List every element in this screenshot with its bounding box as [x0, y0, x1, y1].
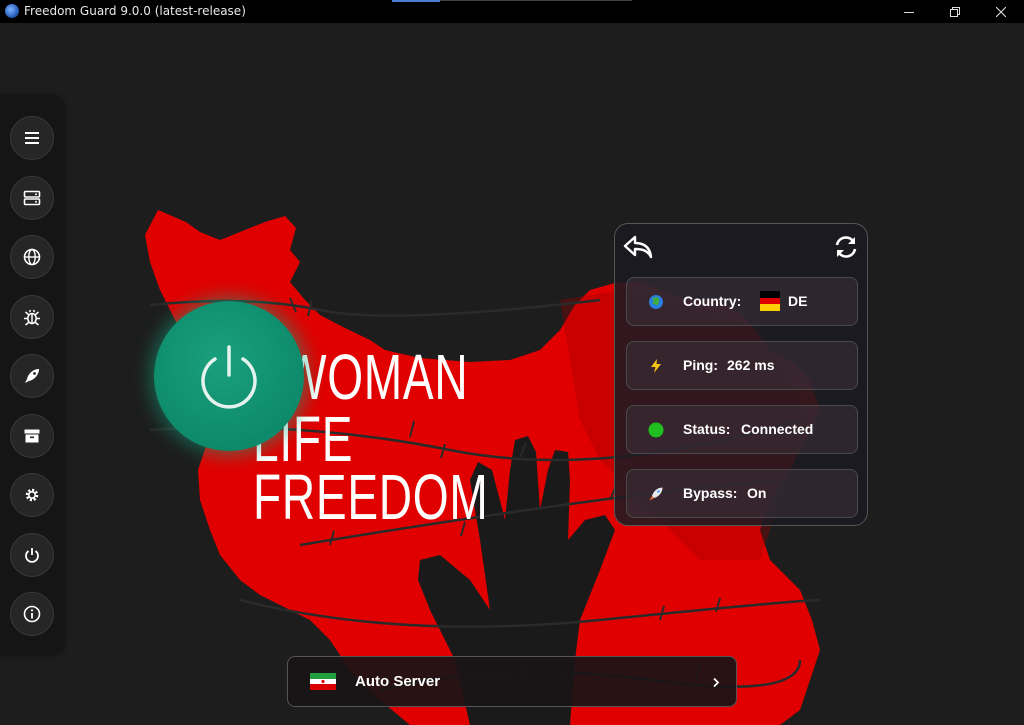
- country-value: DE: [788, 293, 808, 309]
- bypass-value: On: [747, 485, 767, 501]
- country-row: Country: DE: [626, 277, 858, 326]
- connection-info-panel: Country: DE Ping: 262 ms Status: Connect…: [614, 223, 868, 526]
- rocket-icon: [649, 487, 663, 501]
- germany-flag-icon: [760, 291, 780, 311]
- lightning-icon: [651, 359, 661, 373]
- info-icon: [23, 605, 41, 623]
- status-label: Status:: [683, 421, 731, 437]
- chevron-right-icon: [713, 677, 720, 688]
- status-row: Status: Connected: [626, 405, 858, 454]
- slogan-line-freedom: FREEDOM: [253, 461, 489, 533]
- sidebar-item-servers[interactable]: [10, 176, 54, 220]
- reply-icon[interactable]: [623, 234, 653, 260]
- slogan-line-woman: WOMAN: [283, 341, 469, 413]
- status-value: Connected: [741, 421, 814, 437]
- globe-icon: [23, 248, 41, 266]
- country-label: Country:: [683, 293, 742, 309]
- sidebar-item-debug[interactable]: [10, 295, 54, 339]
- connect-button[interactable]: [154, 301, 304, 451]
- server-selector[interactable]: Auto Server: [287, 656, 737, 707]
- refresh-icon[interactable]: [833, 235, 859, 259]
- bug-icon: [24, 309, 40, 326]
- minimize-button[interactable]: [886, 0, 932, 23]
- bypass-label: Bypass:: [683, 485, 738, 501]
- close-icon: [996, 6, 1006, 17]
- globe-icon: [649, 295, 663, 309]
- close-button[interactable]: [978, 0, 1024, 23]
- ping-value: 262 ms: [727, 357, 775, 373]
- server-icon: [23, 190, 41, 206]
- sidebar-item-about[interactable]: [10, 592, 54, 636]
- sidebar-item-settings[interactable]: [10, 473, 54, 517]
- app-logo-icon: [5, 4, 19, 18]
- ping-row: Ping: 262 ms: [626, 341, 858, 390]
- sidebar-item-archive[interactable]: [10, 414, 54, 458]
- gear-icon: [25, 488, 39, 502]
- title-divider: [440, 0, 632, 1]
- title-accent-bar: [392, 0, 440, 2]
- sidebar: [0, 96, 64, 655]
- sidebar-item-browser[interactable]: [10, 235, 54, 279]
- rocket-icon: [25, 369, 39, 383]
- power-icon: [25, 548, 39, 563]
- window-title: Freedom Guard 9.0.0 (latest-release): [24, 4, 246, 18]
- power-icon: [201, 345, 257, 409]
- sidebar-item-power[interactable]: [10, 533, 54, 577]
- archive-icon: [24, 429, 40, 443]
- ping-label: Ping:: [683, 357, 718, 373]
- hamburger-icon: [25, 132, 39, 144]
- minimize-icon: [904, 11, 914, 13]
- sidebar-item-menu[interactable]: [10, 116, 54, 160]
- status-dot-icon: [648, 422, 664, 438]
- sidebar-item-boost[interactable]: [10, 354, 54, 398]
- restore-button[interactable]: [932, 0, 978, 23]
- bypass-row: Bypass: On: [626, 469, 858, 518]
- server-label: Auto Server: [355, 673, 441, 690]
- title-bar: Freedom Guard 9.0.0 (latest-release): [0, 0, 1024, 23]
- iran-flag-icon: [310, 673, 336, 690]
- restore-icon: [950, 6, 960, 17]
